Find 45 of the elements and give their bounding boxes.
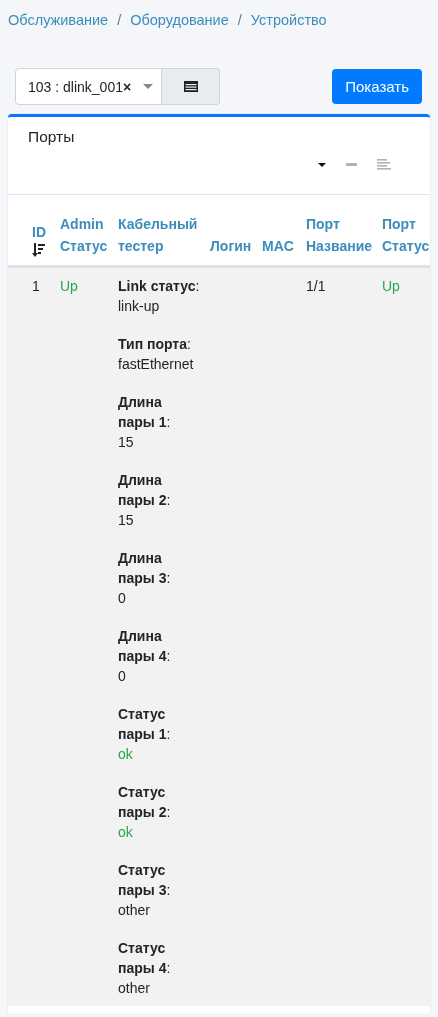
list-button[interactable] [162, 68, 220, 105]
field-value: other [118, 901, 151, 920]
caret-icon [143, 84, 153, 89]
table-cell: Up [56, 268, 114, 1006]
list-icon [183, 81, 198, 92]
field-label: Link статус: [118, 277, 201, 296]
column-header[interactable]: Логин [206, 235, 258, 265]
show-button[interactable]: Показать [332, 69, 422, 104]
field-label: Статус пары 4: [118, 939, 172, 978]
field-label: Длина пары 4: [118, 627, 172, 666]
sort-icon[interactable] [32, 243, 45, 257]
field-label: Длина пары 3: [118, 549, 172, 588]
card-title: Порты [27, 127, 76, 146]
column-header[interactable]: Admin Статус [56, 213, 114, 265]
field-value: fastEthernet [118, 355, 195, 374]
field-value: link-up [118, 297, 161, 316]
table-cell: Up [378, 268, 430, 1006]
column-header[interactable]: Кабельный тестер [114, 213, 206, 265]
field-value: ok [118, 823, 134, 842]
field-label: Длина пары 2: [118, 471, 172, 510]
clear-button[interactable]: × [122, 78, 132, 95]
table-cell: 1 [8, 268, 56, 1006]
device-select[interactable]: 103 : dlink_001× [15, 68, 162, 105]
field-label: Длина пары 1: [118, 393, 172, 432]
field-label: Статус пары 1: [118, 705, 172, 744]
column-header[interactable]: MAC [258, 235, 302, 265]
field-label: Статус пары 2: [118, 783, 172, 822]
table-cell: 1/1 [302, 268, 378, 1006]
column-header[interactable]: Порт Название [302, 213, 378, 265]
field-value: 0 [118, 589, 127, 608]
caret-icon[interactable] [318, 162, 326, 167]
breadcrumb-link[interactable]: Обслуживание [8, 12, 109, 44]
column-header[interactable]: ID [32, 221, 46, 243]
field-value: ok [118, 745, 134, 764]
column-header[interactable]: Порт Статус [378, 213, 430, 265]
field-label: Статус пары 3: [118, 861, 172, 900]
field-value: other [118, 979, 151, 998]
breadcrumb-link[interactable]: Устройство [250, 12, 327, 44]
field-label: Тип порта: [118, 335, 192, 354]
field-value: 0 [118, 667, 127, 686]
breadcrumb-separator: / [237, 12, 242, 30]
breadcrumb-link[interactable]: Оборудование [130, 12, 229, 44]
field-value: 15 [118, 433, 135, 452]
field-value: 15 [118, 511, 135, 530]
breadcrumb-separator: / [117, 12, 122, 30]
